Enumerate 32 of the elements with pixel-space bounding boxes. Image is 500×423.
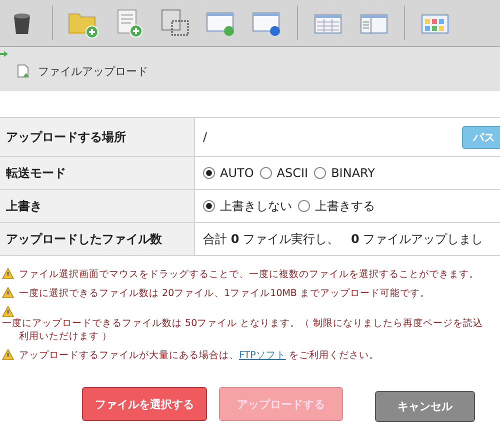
radio-button[interactable]	[203, 200, 215, 212]
radio-label: BINARY	[331, 166, 375, 180]
field-label: 上書き	[0, 190, 194, 222]
radio-label: AUTO	[220, 166, 254, 180]
warning-icon	[2, 286, 14, 298]
arrow-icon	[0, 51, 8, 57]
path-value: /	[203, 130, 208, 144]
document-icon	[17, 64, 29, 78]
radio-label: 上書きする	[315, 198, 375, 214]
warning-icon	[2, 349, 14, 360]
radio-button[interactable]	[203, 167, 215, 179]
field-label: 転送モード	[0, 156, 194, 190]
radio-label: 上書きしない	[220, 198, 292, 214]
radio-button[interactable]	[314, 167, 326, 179]
page-title: ファイルアップロード	[38, 64, 148, 78]
notice-text: 利用いただけます ）	[18, 330, 114, 344]
warning-icon	[2, 306, 14, 317]
notice-text: ファイル選択画面でマウスをドラッグすることで、一度に複数のファイルを選択することができます。	[19, 268, 479, 282]
notice-text: 一度にアップロードできるファイル数は 50ファイル となります。（ 制限になりましたら再度ページを読込	[2, 316, 484, 330]
upload-count: 合計 0 ファイル実行し、 0 ファイルアップしまし	[203, 232, 484, 246]
warning-icon	[2, 268, 14, 279]
path-button[interactable]: パス	[462, 126, 500, 148]
cancel-button[interactable]: キャンセル	[375, 390, 475, 422]
notice-text: アップロードするファイルが大量にある場合は、FTPソフト をご利用ください。	[19, 349, 379, 363]
radio-button[interactable]	[260, 167, 272, 179]
field-label: アップロードしたファイル数	[0, 222, 194, 256]
notice-text: 一度に選択できるファイル数は 20ファイル、1ファイル10MB までアップロード可能です。	[19, 286, 430, 301]
field-label: アップロードする場所	[0, 118, 194, 156]
radio-button[interactable]	[298, 200, 310, 212]
ftp-link[interactable]: FTPソフト	[239, 350, 286, 362]
select-file-button[interactable]: ファイルを選択する	[82, 387, 207, 422]
radio-label: ASCII	[276, 166, 308, 180]
